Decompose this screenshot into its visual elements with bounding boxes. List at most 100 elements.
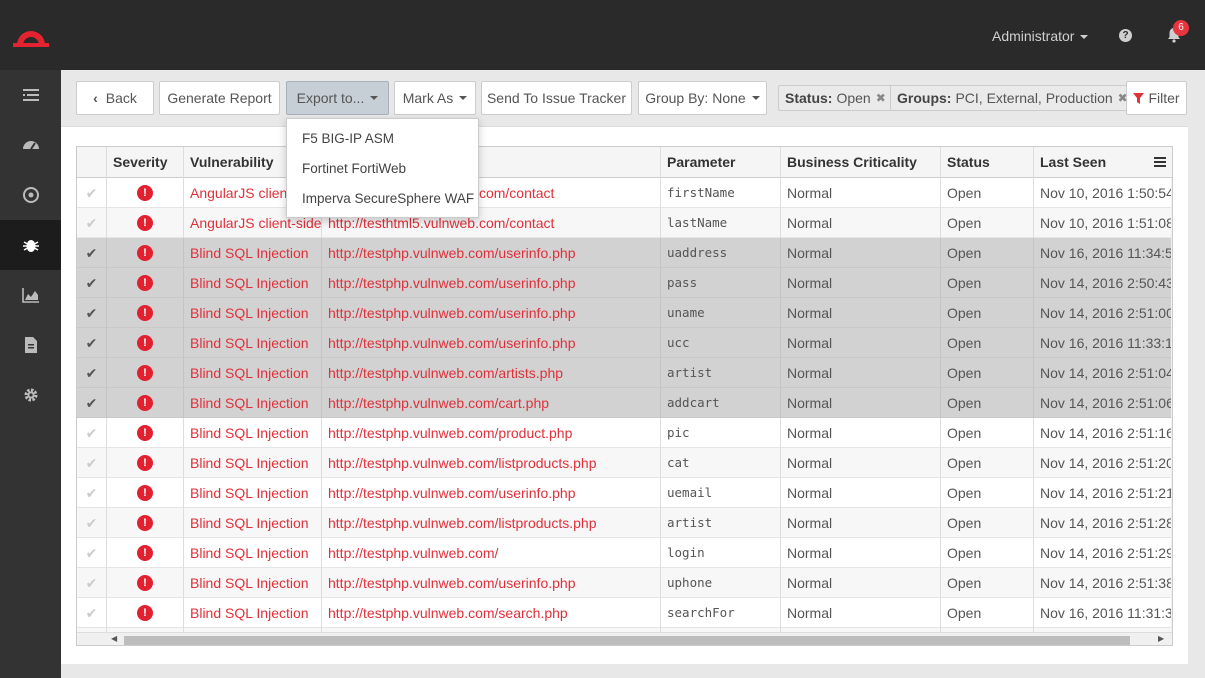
column-status[interactable]: Status: [941, 147, 1034, 178]
export-menu-item-f5[interactable]: F5 BIG-IP ASM: [287, 124, 478, 154]
status-cell: Open: [941, 208, 1034, 238]
sidebar-item-dashboard[interactable]: [0, 120, 61, 170]
url-cell[interactable]: http://testphp.vulnweb.com/artists.php: [322, 358, 661, 388]
url-cell[interactable]: http://testphp.vulnweb.com/userinfo.php: [322, 298, 661, 328]
logo-icon[interactable]: [13, 17, 49, 47]
close-icon[interactable]: ✖: [876, 91, 886, 105]
help-icon[interactable]: ?: [1119, 29, 1132, 42]
horizontal-scrollbar[interactable]: ◀ ▶: [77, 632, 1172, 645]
sidebar-item-list[interactable]: [0, 70, 61, 120]
scroll-right-icon[interactable]: ▶: [1158, 634, 1164, 643]
url-cell[interactable]: http://testphp.vulnweb.com/userinfo.php: [322, 328, 661, 358]
table-row[interactable]: ✔!AngularJS client-side template injecti…: [77, 208, 1171, 238]
vulnerability-cell[interactable]: Blind SQL Injection: [184, 598, 322, 628]
parameter-cell: firstName: [661, 178, 781, 208]
severity-cell: !: [107, 538, 184, 568]
table-row[interactable]: ✔! Blind SQL Injectionhttp://testphp.vuln…: [77, 448, 1171, 478]
row-checkbox[interactable]: ✔: [77, 358, 107, 388]
scroll-left-icon[interactable]: ◀: [111, 634, 117, 643]
vulnerability-cell[interactable]: Blind SQL Injection: [184, 418, 322, 448]
sidebar-item-reports-chart[interactable]: [0, 270, 61, 320]
column-parameter[interactable]: Parameter: [661, 147, 781, 178]
table-row[interactable]: ✔! Blind SQL Injectionhttp://testphp.vuln…: [77, 358, 1171, 388]
table-row[interactable]: ✔! Blind SQL Injectionhttp://testphp.vuln…: [77, 598, 1171, 628]
url-cell[interactable]: http://testphp.vulnweb.com/userinfo.php: [322, 268, 661, 298]
url-cell[interactable]: http://testphp.vulnweb.com/: [322, 538, 661, 568]
export-menu-item-fortiweb[interactable]: Fortinet FortiWeb: [287, 154, 478, 184]
url-cell[interactable]: http://testphp.vulnweb.com/listproducts.…: [322, 448, 661, 478]
url-cell[interactable]: http://testphp.vulnweb.com/userinfo.php: [322, 568, 661, 598]
status-filter-chip[interactable]: Status: Open ✖: [778, 85, 893, 111]
column-select[interactable]: [77, 147, 107, 178]
high-severity-icon: !: [137, 365, 153, 381]
url-cell[interactable]: http://testphp.vulnweb.com/product.php: [322, 418, 661, 448]
row-checkbox[interactable]: ✔: [77, 418, 107, 448]
vulnerability-cell[interactable]: Blind SQL Injection: [184, 328, 322, 358]
sidebar-item-targets[interactable]: [0, 170, 61, 220]
export-menu-item-imperva[interactable]: Imperva SecureSphere WAF: [287, 184, 478, 214]
vulnerability-cell[interactable]: Blind SQL Injection: [184, 508, 322, 538]
column-menu-icon[interactable]: [1154, 156, 1166, 168]
row-checkbox[interactable]: ✔: [77, 298, 107, 328]
row-checkbox[interactable]: ✔: [77, 598, 107, 628]
export-to-button[interactable]: Export to...: [286, 81, 389, 115]
url-cell[interactable]: http://testphp.vulnweb.com/listproducts.…: [322, 508, 661, 538]
row-checkbox[interactable]: ✔: [77, 568, 107, 598]
row-checkbox[interactable]: ✔: [77, 508, 107, 538]
user-menu[interactable]: Administrator: [992, 28, 1089, 44]
vulnerability-cell[interactable]: Blind SQL Injection: [184, 478, 322, 508]
severity-cell: !: [107, 508, 184, 538]
row-checkbox[interactable]: ✔: [77, 448, 107, 478]
table-row[interactable]: ✔! Blind SQL Injectionhttp://testphp.vuln…: [77, 328, 1171, 358]
sidebar-item-documents[interactable]: [0, 320, 61, 370]
group-by-button[interactable]: Group By: None: [638, 81, 767, 115]
row-checkbox[interactable]: ✔: [77, 478, 107, 508]
vulnerabilities-panel: Severity Vulnerability URL Parameter Bus…: [61, 126, 1188, 664]
vulnerability-cell[interactable]: Blind SQL Injection: [184, 268, 322, 298]
back-button[interactable]: ‹ Back: [76, 81, 154, 115]
filter-button[interactable]: Filter: [1126, 81, 1187, 115]
table-row[interactable]: ✔! Blind SQL Injectionhttp://testphp.vuln…: [77, 268, 1171, 298]
row-checkbox[interactable]: ✔: [77, 238, 107, 268]
table-row[interactable]: ✔! Blind SQL Injectionhttp://testphp.vuln…: [77, 238, 1171, 268]
column-business-criticality[interactable]: Business Criticality: [781, 147, 941, 178]
row-checkbox[interactable]: ✔: [77, 268, 107, 298]
send-to-issue-tracker-button[interactable]: Send To Issue Tracker: [481, 81, 632, 115]
sidebar-item-vulnerabilities[interactable]: [0, 220, 61, 270]
url-cell[interactable]: http://testphp.vulnweb.com/search.php: [322, 598, 661, 628]
vulnerability-cell[interactable]: Blind SQL Injection: [184, 538, 322, 568]
horizontal-scroll-thumb[interactable]: [124, 636, 1130, 645]
criticality-cell: Normal: [781, 268, 941, 298]
sidebar-item-settings[interactable]: [0, 370, 61, 420]
table-row[interactable]: ✔! Blind SQL Injectionhttp://testphp.vuln…: [77, 478, 1171, 508]
url-cell[interactable]: http://testphp.vulnweb.com/userinfo.php: [322, 238, 661, 268]
vulnerability-cell[interactable]: Blind SQL Injection: [184, 358, 322, 388]
vulnerability-cell[interactable]: Blind SQL Injection: [184, 448, 322, 478]
table-row[interactable]: ✔! Blind SQL Injectionhttp://testphp.vuln…: [77, 538, 1171, 568]
mark-as-button[interactable]: Mark As: [394, 81, 476, 115]
url-cell[interactable]: http://testphp.vulnweb.com/userinfo.php: [322, 478, 661, 508]
table-row[interactable]: ✔! Blind SQL Injectionhttp://testphp.vuln…: [77, 508, 1171, 538]
column-severity[interactable]: Severity: [107, 147, 184, 178]
vulnerability-cell[interactable]: Blind SQL Injection: [184, 238, 322, 268]
table-row[interactable]: ✔! Blind SQL Injectionhttp://testphp.vuln…: [77, 568, 1171, 598]
row-checkbox[interactable]: ✔: [77, 208, 107, 238]
vulnerability-cell[interactable]: Blind SQL Injection: [184, 388, 322, 418]
url-cell[interactable]: http://testphp.vulnweb.com/cart.php: [322, 388, 661, 418]
checkmark-icon: ✔: [85, 515, 98, 531]
groups-filter-chip[interactable]: Groups: PCI, External, Production ✖: [890, 85, 1135, 111]
vulnerability-cell[interactable]: Blind SQL Injection: [184, 568, 322, 598]
criticality-cell: Normal: [781, 598, 941, 628]
table-row[interactable]: ✔! Blind SQL Injectionhttp://testphp.vuln…: [77, 298, 1171, 328]
row-checkbox[interactable]: ✔: [77, 328, 107, 358]
vulnerability-cell[interactable]: Blind SQL Injection: [184, 298, 322, 328]
table-row[interactable]: ✔! Blind SQL Injectionhttp://testphp.vuln…: [77, 418, 1171, 448]
table-row[interactable]: ✔!AngularJS client-side template injecti…: [77, 178, 1171, 208]
column-last-seen[interactable]: Last Seen: [1034, 147, 1159, 178]
vertical-scrollbar[interactable]: ▲ ▼: [1171, 178, 1172, 635]
row-checkbox[interactable]: ✔: [77, 388, 107, 418]
generate-report-button[interactable]: Generate Report: [159, 81, 280, 115]
row-checkbox[interactable]: ✔: [77, 178, 107, 208]
table-row[interactable]: ✔! Blind SQL Injectionhttp://testphp.vuln…: [77, 388, 1171, 418]
row-checkbox[interactable]: ✔: [77, 538, 107, 568]
